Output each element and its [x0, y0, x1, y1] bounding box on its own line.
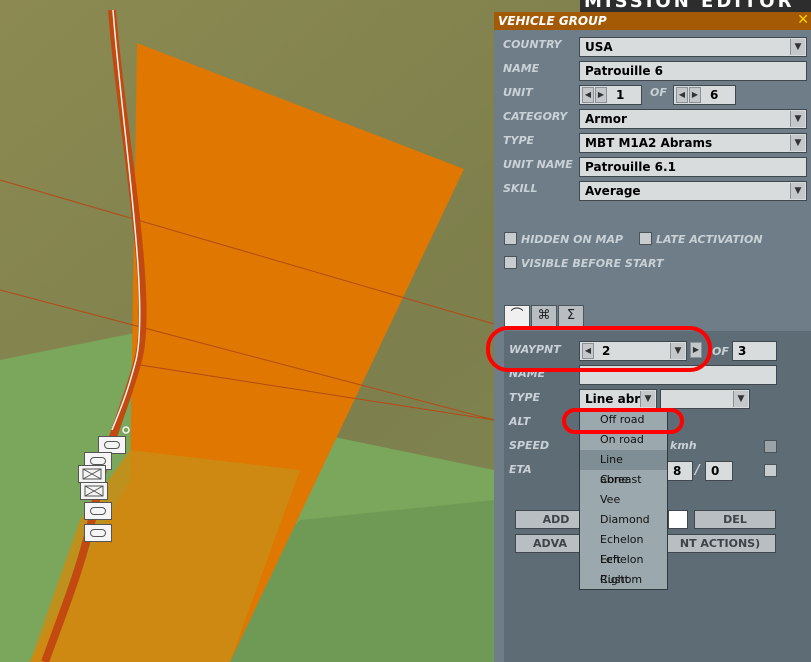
chevron-down-icon: ▼	[790, 135, 805, 151]
spin-left-icon[interactable]: ◀	[582, 87, 594, 103]
skill-value: Average	[585, 184, 641, 198]
eta-hours-input[interactable]: 8	[667, 461, 693, 481]
option-vee[interactable]: Vee	[580, 490, 667, 510]
annotation-ring-off-road	[562, 408, 684, 434]
wp-type-label: TYPE	[509, 391, 541, 404]
category-label: CATEGORY	[503, 110, 568, 123]
option-diamond[interactable]: Diamond	[580, 510, 667, 530]
late-activation-label: LATE ACTIVATION	[656, 233, 763, 246]
hidden-on-map-checkbox[interactable]	[504, 232, 517, 245]
eta-checkbox[interactable]	[764, 464, 777, 477]
chevron-down-icon: ▼	[790, 183, 805, 199]
type-value: MBT M1A2 Abrams	[585, 136, 713, 150]
panel-title: VEHICLE GROUP	[498, 14, 607, 28]
advanced-actions-button-tail[interactable]: NT ACTIONS)	[664, 534, 776, 553]
country-value: USA	[585, 40, 613, 54]
top-strip-title: MISSION EDITOR	[584, 0, 795, 12]
wp-alt-label: ALT	[509, 415, 531, 428]
chevron-down-icon: ▼	[640, 391, 655, 407]
option-line-abreast[interactable]: Line abreast	[580, 450, 667, 486]
visible-before-start-checkbox[interactable]	[504, 256, 517, 269]
waypoint-total-value: 3	[738, 344, 747, 358]
country-select[interactable]: USA ▼	[579, 37, 807, 57]
wp-type-select[interactable]: Line abre ▼	[579, 389, 657, 409]
type-label: TYPE	[503, 134, 535, 147]
name-label: NAME	[503, 62, 540, 75]
type-select[interactable]: MBT M1A2 Abrams ▼	[579, 133, 807, 153]
top-strip: MISSION EDITOR	[580, 0, 811, 12]
wp-speed-unit: kmh	[670, 439, 697, 452]
annotation-ring-waypoint	[486, 326, 712, 372]
waypoint-of-label: OF	[712, 345, 729, 358]
unit-of-label: OF	[650, 86, 667, 99]
chevron-down-icon: ▼	[733, 391, 748, 407]
eta-minutes-value: 0	[711, 464, 720, 478]
unit-total-stepper[interactable]: ◀ ▶ 6	[673, 85, 736, 105]
option-echelon-right[interactable]: Echelon Right	[580, 550, 667, 586]
wp-eta-label: ETA	[509, 463, 532, 476]
unit-icon-5[interactable]	[84, 502, 112, 520]
option-custom[interactable]: Custom	[580, 570, 667, 590]
unit-name-input[interactable]: Patrouille 6.1	[579, 157, 807, 177]
category-select[interactable]: Armor ▼	[579, 109, 807, 129]
edit-field[interactable]	[668, 510, 688, 529]
chevron-down-icon: ▼	[790, 111, 805, 127]
name-value: Patrouille 6	[585, 64, 664, 78]
unit-name-value: Patrouille 6.1	[585, 160, 676, 174]
hidden-on-map-label: HIDDEN ON MAP	[521, 233, 624, 246]
tab-route-icon[interactable]: ⌒	[504, 305, 530, 327]
unit-name-label: UNIT NAME	[503, 158, 573, 171]
unit-total-value: 6	[710, 88, 719, 102]
advanced-actions-button[interactable]: ADVA	[515, 534, 585, 553]
panel-title-bar: VEHICLE GROUP ✕	[494, 12, 811, 30]
wp-type-value: Line abre	[585, 392, 649, 406]
spin-left-icon[interactable]: ◀	[676, 87, 688, 103]
unit-icon-6[interactable]	[84, 524, 112, 542]
unit-icon-4[interactable]	[80, 482, 108, 500]
unit-value: 1	[616, 88, 625, 102]
tab-sigma-icon[interactable]: Σ	[558, 305, 584, 327]
unit-icon-3[interactable]	[78, 465, 106, 483]
spin-right-icon[interactable]: ▶	[595, 87, 607, 103]
visible-before-start-label: VISIBLE BEFORE START	[521, 257, 664, 270]
waypoint-total: 3	[732, 341, 777, 361]
del-button[interactable]: DEL	[694, 510, 776, 529]
late-activation-checkbox[interactable]	[639, 232, 652, 245]
wp-action-select[interactable]: ▼	[660, 389, 750, 409]
type-dropdown-menu: Off road On road Line abreast Cone Vee D…	[579, 408, 668, 590]
close-icon[interactable]: ✕	[797, 12, 809, 28]
eta-minutes-input[interactable]: 0	[705, 461, 733, 481]
speed-lock-checkbox[interactable]	[764, 440, 777, 453]
wp-speed-label: SPEED	[509, 439, 550, 452]
eta-hours-value: 8	[673, 464, 682, 478]
option-echelon-left[interactable]: Echelon Left	[580, 530, 667, 566]
skill-label: SKILL	[503, 182, 538, 195]
eta-separator: /	[695, 463, 700, 478]
chevron-down-icon: ▼	[790, 39, 805, 55]
unit-label: UNIT	[503, 86, 533, 99]
spin-right-icon[interactable]: ▶	[689, 87, 701, 103]
unit-stepper[interactable]: ◀ ▶ 1	[579, 85, 642, 105]
tab-targets-icon[interactable]: ⌘	[531, 305, 557, 327]
name-input[interactable]: Patrouille 6	[579, 61, 807, 81]
category-value: Armor	[585, 112, 627, 126]
country-label: COUNTRY	[503, 38, 562, 51]
option-cone[interactable]: Cone	[580, 470, 667, 490]
skill-select[interactable]: Average ▼	[579, 181, 807, 201]
